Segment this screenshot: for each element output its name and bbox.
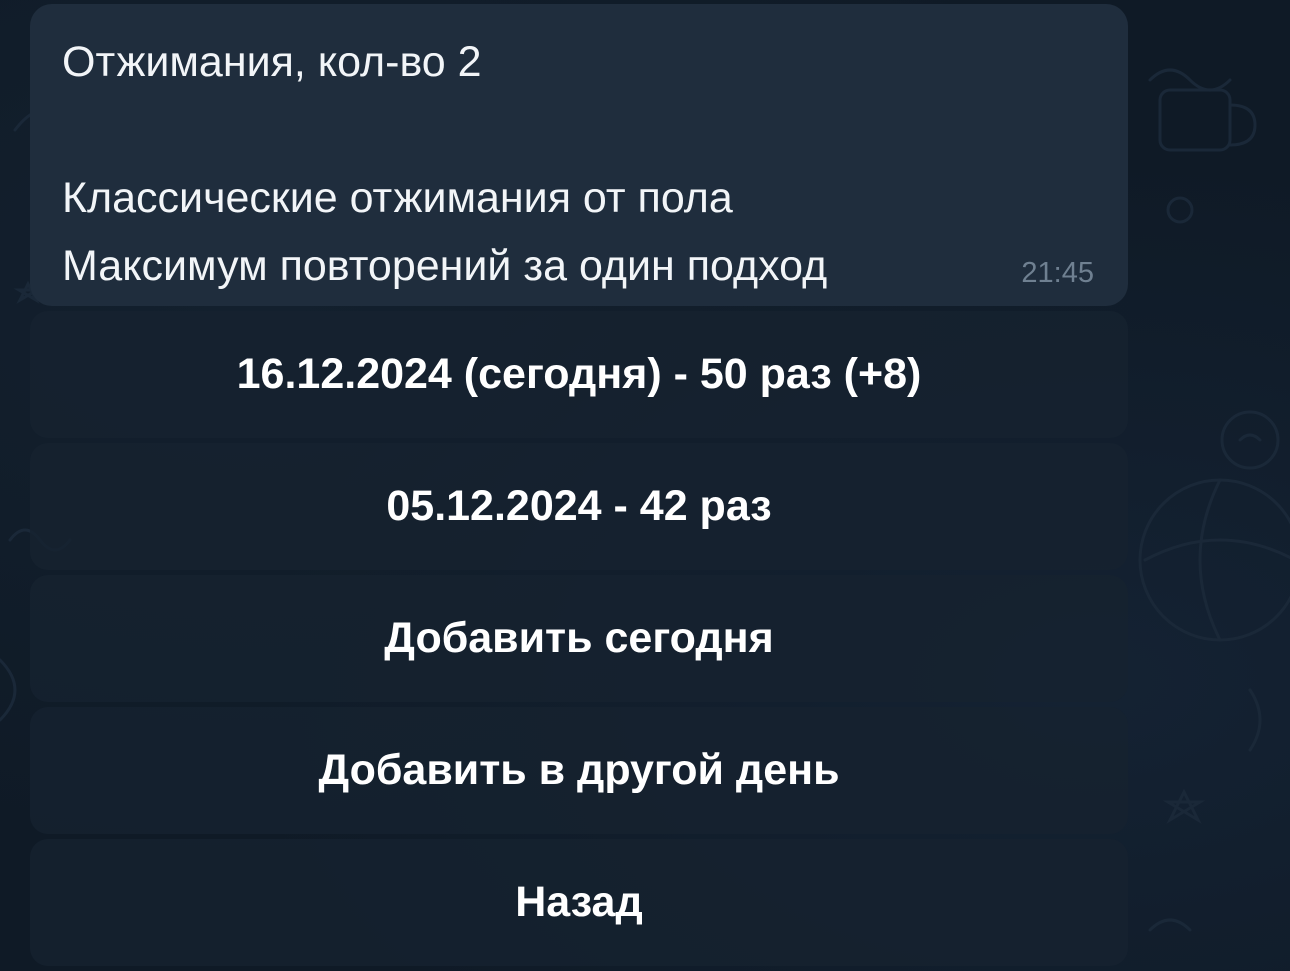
message-description-line-1: Классические отжимания от пола: [62, 174, 733, 222]
add-other-day-button[interactable]: Добавить в другой день: [30, 707, 1128, 834]
message-timestamp: 21:45: [1021, 257, 1094, 289]
message-bubble: Отжимания, кол-во 2 Классические отжиман…: [30, 4, 1128, 306]
add-today-button[interactable]: Добавить сегодня: [30, 575, 1128, 702]
history-entry-previous-button[interactable]: 05.12.2024 - 42 раз: [30, 443, 1128, 570]
back-button[interactable]: Назад: [30, 839, 1128, 966]
message-title: Отжимания, кол-во 2: [62, 38, 482, 86]
message-description-line-2: Максимум повторений за один подход: [62, 242, 828, 290]
history-entry-today-button[interactable]: 16.12.2024 (сегодня) - 50 раз (+8): [30, 311, 1128, 438]
inline-keyboard: 16.12.2024 (сегодня) - 50 раз (+8) 05.12…: [30, 311, 1128, 971]
